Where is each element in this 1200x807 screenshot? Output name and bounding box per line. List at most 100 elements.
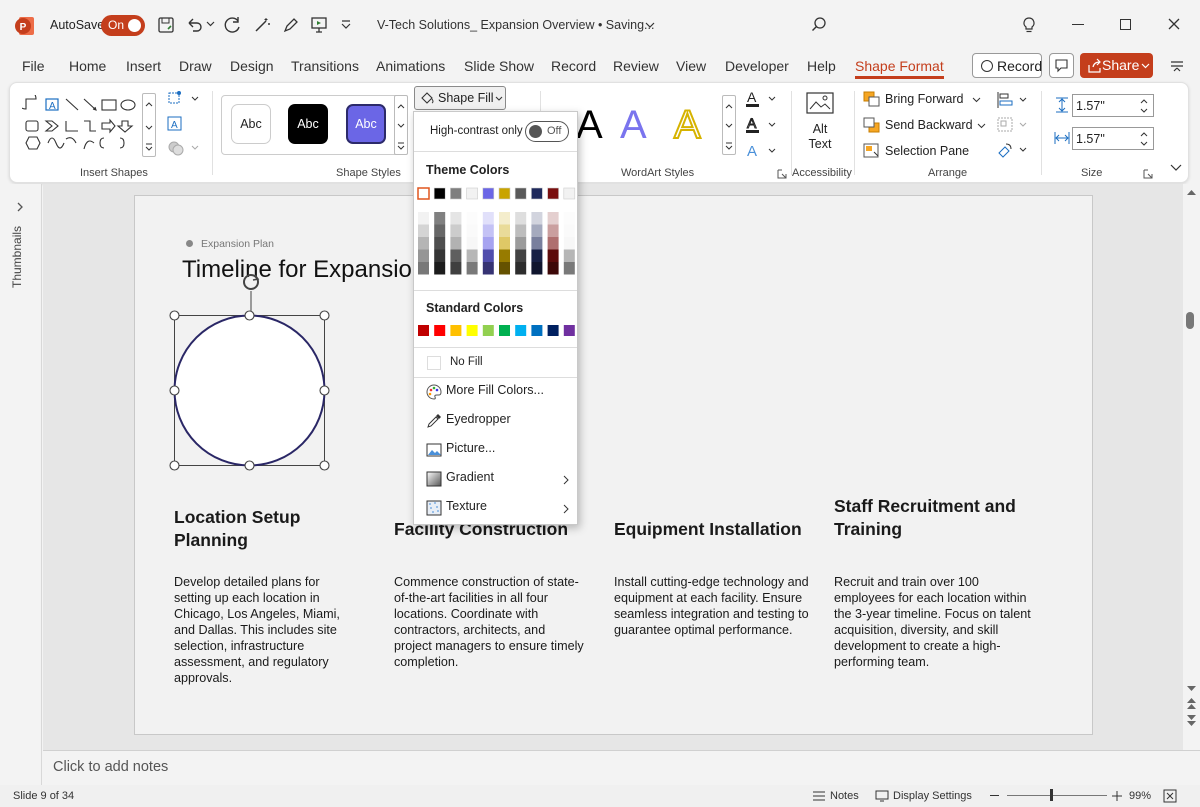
zoom-slider[interactable] xyxy=(1007,789,1107,801)
notes-placeholder[interactable]: Click to add notes xyxy=(53,759,168,775)
edit-shape-icon[interactable] xyxy=(166,90,202,108)
text-box-icon[interactable]: A xyxy=(166,115,184,133)
notes-toggle[interactable]: Notes xyxy=(812,788,862,804)
standard-color-palette[interactable] xyxy=(414,323,577,339)
zoom-slider-thumb[interactable] xyxy=(1050,789,1053,801)
tab-help[interactable]: Help xyxy=(807,58,836,74)
slide-title[interactable]: Timeline for Expansion xyxy=(182,256,425,284)
text-outline-icon[interactable]: A xyxy=(745,115,777,135)
tab-animations[interactable]: Animations xyxy=(376,58,445,74)
column-3-body[interactable]: Install cutting-edge technology and equi… xyxy=(614,574,814,638)
ribbon-display-icon[interactable] xyxy=(1169,59,1185,73)
close-icon[interactable] xyxy=(1167,17,1181,31)
previous-slide-icon[interactable] xyxy=(1183,696,1200,712)
height-input[interactable]: 1.57" xyxy=(1072,94,1154,117)
column-2-body[interactable]: Commence construction of state-of-the-ar… xyxy=(394,574,586,670)
zoom-level[interactable]: 99% xyxy=(1129,790,1151,802)
tab-shape-format[interactable]: Shape Format xyxy=(855,58,944,79)
tab-draw[interactable]: Draw xyxy=(179,58,212,74)
next-slide-icon[interactable] xyxy=(1183,712,1200,728)
tab-developer[interactable]: Developer xyxy=(725,58,789,74)
rotate-handle-icon[interactable] xyxy=(240,271,262,311)
record-button[interactable]: Record xyxy=(972,53,1042,78)
shape-style-white[interactable]: Abc xyxy=(231,104,271,144)
present-icon[interactable] xyxy=(310,16,328,34)
document-title[interactable]: V-Tech Solutions_ Expansion Overview • S… xyxy=(377,18,654,32)
column-4-title[interactable]: Staff Recruitment and Training xyxy=(834,495,1034,541)
zoom-out-icon[interactable] xyxy=(990,795,999,796)
svg-text:A: A xyxy=(578,103,603,147)
shape-fill-button[interactable]: Shape Fill xyxy=(414,86,506,110)
wordart-scroll[interactable] xyxy=(722,95,736,155)
scroll-up-icon[interactable] xyxy=(1183,186,1200,200)
selected-circle-shape[interactable] xyxy=(169,310,330,471)
no-fill-item[interactable]: No Fill xyxy=(414,350,577,378)
column-3-title[interactable]: Equipment Installation xyxy=(614,518,824,541)
minimize-icon[interactable] xyxy=(1072,24,1084,25)
align-icon[interactable] xyxy=(996,91,1028,109)
autosave-toggle[interactable]: On xyxy=(101,15,145,36)
text-fill-icon[interactable]: A xyxy=(745,89,777,109)
customize-toolbar-chevron-icon[interactable] xyxy=(341,19,351,29)
high-contrast-toggle[interactable]: Off xyxy=(525,121,569,142)
tab-home[interactable]: Home xyxy=(69,58,106,74)
send-backward-chevron-icon xyxy=(977,123,986,129)
title-chevron-icon[interactable] xyxy=(645,20,655,30)
lightbulb-icon[interactable] xyxy=(1021,16,1037,34)
fit-to-window-icon[interactable] xyxy=(1163,789,1177,803)
shape-style-black[interactable]: Abc xyxy=(288,104,328,144)
tab-file[interactable]: File xyxy=(22,58,45,74)
tab-insert[interactable]: Insert xyxy=(126,58,161,74)
width-spinner-icon[interactable] xyxy=(1139,130,1149,148)
tab-view[interactable]: View xyxy=(676,58,706,74)
thumbnails-pane-collapsed[interactable]: Thumbnails xyxy=(0,184,42,785)
comments-button[interactable] xyxy=(1049,53,1074,78)
tab-review[interactable]: Review xyxy=(613,58,659,74)
wordart-gallery[interactable]: A A A xyxy=(578,92,738,152)
magic-wand-icon[interactable] xyxy=(253,16,271,34)
shape-styles-gallery[interactable]: Abc Abc Abc xyxy=(221,95,401,155)
wordart-launcher-icon[interactable] xyxy=(777,169,787,179)
rotate-icon[interactable] xyxy=(996,141,1028,159)
shape-style-purple[interactable]: Abc xyxy=(346,104,386,144)
shapes-gallery-scroll[interactable] xyxy=(142,93,156,157)
theme-color-palette[interactable] xyxy=(414,186,577,286)
picture-item[interactable]: Picture... xyxy=(414,435,577,463)
texture-item[interactable]: Texture xyxy=(414,493,577,521)
shape-styles-scroll[interactable] xyxy=(394,95,408,155)
text-effects-icon[interactable]: A xyxy=(745,141,777,161)
pen-icon[interactable] xyxy=(282,16,300,34)
zoom-in-icon[interactable] xyxy=(1112,791,1122,801)
notes-pane[interactable]: Click to add notes xyxy=(43,750,1200,784)
maximize-icon[interactable] xyxy=(1120,19,1131,30)
vertical-scrollbar[interactable] xyxy=(1183,184,1200,750)
share-button[interactable]: Share xyxy=(1080,53,1153,78)
undo-icon[interactable] xyxy=(185,16,203,34)
ribbon-collapse-chevron-icon[interactable] xyxy=(1170,163,1182,173)
alt-text-button[interactable]: Alt Text xyxy=(803,89,837,159)
save-icon[interactable] xyxy=(157,16,175,34)
column-4-body[interactable]: Recruit and train over 100 employees for… xyxy=(834,574,1034,670)
eyedropper-item[interactable]: Eyedropper xyxy=(414,406,577,434)
column-1-title[interactable]: Location Setup Planning xyxy=(174,506,354,552)
gradient-item[interactable]: Gradient xyxy=(414,464,577,492)
expand-chevron-icon[interactable] xyxy=(15,202,25,212)
search-icon[interactable] xyxy=(810,16,828,34)
width-input[interactable]: 1.57" xyxy=(1072,127,1154,150)
tab-record[interactable]: Record xyxy=(551,58,596,74)
display-settings-button[interactable]: Display Settings xyxy=(875,788,975,804)
more-fill-colors-item[interactable]: More Fill Colors... xyxy=(414,377,577,405)
shapes-gallery[interactable]: A xyxy=(22,95,150,157)
tab-slide-show[interactable]: Slide Show xyxy=(464,58,534,74)
tab-transitions[interactable]: Transitions xyxy=(291,58,359,74)
scroll-thumb[interactable] xyxy=(1186,312,1194,329)
size-launcher-icon[interactable] xyxy=(1143,169,1153,179)
undo-dropdown-chevron-icon[interactable] xyxy=(206,19,215,28)
height-spinner-icon[interactable] xyxy=(1139,97,1149,115)
tab-design[interactable]: Design xyxy=(230,58,274,74)
column-1-body[interactable]: Develop detailed plans for setting up ea… xyxy=(174,574,360,686)
slide[interactable]: Expansion Plan Timeline for Expansion Lo… xyxy=(134,195,1093,735)
resize-handle xyxy=(319,310,330,321)
scroll-down-icon[interactable] xyxy=(1183,682,1200,696)
redo-icon[interactable] xyxy=(223,15,243,35)
